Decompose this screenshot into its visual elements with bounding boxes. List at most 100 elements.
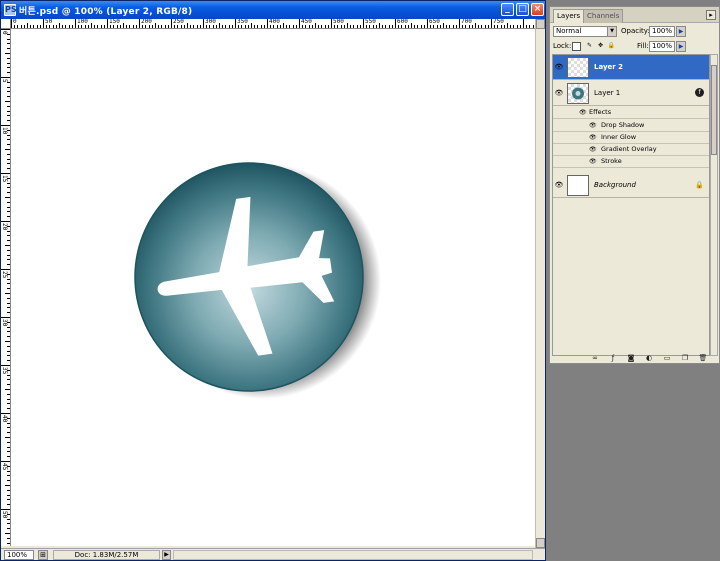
layer-row-background[interactable]: 👁 Background 🔒 <box>553 173 709 198</box>
ruler-tick <box>385 25 387 28</box>
layer-thumbnail <box>567 83 589 104</box>
ruler-tick <box>436 25 438 28</box>
ruler-tick <box>7 427 10 429</box>
ruler-tick <box>7 499 10 501</box>
effect-eye-icon[interactable]: 👁 <box>589 145 597 154</box>
ruler-tick <box>145 25 147 28</box>
ruler-tick <box>7 206 10 208</box>
effect-row-inner-glow[interactable]: 👁 Inner Glow <box>553 132 709 144</box>
ruler-tick <box>190 25 192 28</box>
document-window: PS 버튼.psd @ 100% (Layer 2, RGB/8) _ □ × … <box>0 0 546 561</box>
lock-all-icon[interactable]: 🔒 <box>607 42 616 51</box>
layer-thumbnail <box>567 175 589 196</box>
effects-header[interactable]: 👁 Effects <box>553 107 709 119</box>
ruler-tick <box>142 25 144 28</box>
ruler-tick <box>100 25 102 28</box>
ruler-label: 750 <box>493 19 504 25</box>
opacity-field[interactable]: 100% <box>649 26 675 37</box>
blend-mode-select[interactable]: Normal ▼ <box>553 26 617 37</box>
visibility-eye-icon[interactable]: 👁 <box>554 89 564 98</box>
ruler-tick <box>519 25 521 28</box>
ruler-tick <box>123 23 124 28</box>
layer-name: Background <box>594 181 636 189</box>
effect-eye-icon[interactable]: 👁 <box>589 133 597 142</box>
ruler-tick <box>139 19 140 28</box>
effect-row-gradient-overlay[interactable]: 👁 Gradient Overlay <box>553 144 709 156</box>
lock-move-icon[interactable]: ✥ <box>596 42 605 51</box>
ruler-tick <box>75 19 76 28</box>
ruler-tick <box>11 19 12 28</box>
ruler-tick <box>1 269 10 270</box>
ruler-tick <box>382 25 384 28</box>
effect-eye-icon[interactable]: 👁 <box>589 157 597 166</box>
scroll-up-arrow[interactable] <box>536 19 545 29</box>
fill-field[interactable]: 100% <box>649 41 675 52</box>
ruler-tick <box>334 25 336 28</box>
ruler-tick <box>500 25 502 28</box>
link-layers-icon[interactable]: ∞ <box>590 354 600 363</box>
new-layer-icon[interactable]: ❐ <box>680 354 690 363</box>
close-button[interactable]: × <box>531 3 544 16</box>
new-group-icon[interactable]: ▭ <box>662 354 672 363</box>
horizontal-scrollbar[interactable] <box>173 550 533 560</box>
ruler-tick <box>7 297 10 299</box>
tab-channels[interactable]: Channels <box>583 9 624 23</box>
ruler-tick <box>116 25 118 28</box>
lock-transparency-icon[interactable] <box>572 42 581 51</box>
trash-icon[interactable]: 🗑 <box>698 354 708 363</box>
visibility-eye-icon[interactable]: 👁 <box>554 63 564 72</box>
ruler-tick <box>174 25 176 28</box>
layers-scrollbar[interactable] <box>710 54 718 356</box>
ruler-tick <box>5 245 10 246</box>
ruler-tick <box>407 25 409 28</box>
ruler-tick <box>17 25 19 28</box>
effect-row-stroke[interactable]: 👁 Stroke <box>553 156 709 168</box>
add-mask-icon[interactable]: ◙ <box>626 354 636 363</box>
scroll-thumb[interactable] <box>711 65 717 155</box>
visibility-eye-icon[interactable]: 👁 <box>554 181 564 190</box>
adjustment-layer-icon[interactable]: ◐ <box>644 354 654 363</box>
ruler-tick <box>7 201 10 203</box>
ruler-tick <box>315 23 316 28</box>
ruler-tick <box>7 235 10 237</box>
opacity-slider-arrow-icon[interactable]: ▶ <box>676 26 686 37</box>
vertical-scrollbar[interactable] <box>535 19 545 548</box>
effect-eye-icon[interactable]: 👁 <box>589 121 597 130</box>
ruler-tick <box>177 25 179 28</box>
fx-icon[interactable]: f <box>695 88 704 97</box>
zoom-field[interactable]: 100% <box>4 550 34 560</box>
scroll-down-arrow[interactable] <box>536 538 545 548</box>
title-bar[interactable]: PS 버튼.psd @ 100% (Layer 2, RGB/8) _ □ × <box>1 1 545 19</box>
vertical-ruler[interactable]: 0 5 10 15 20 25 30 35 40 45 50 <box>1 29 11 546</box>
ruler-tick <box>183 25 185 28</box>
horizontal-ruler[interactable]: 0 50 100 150 200 250 300 350 400 450 500 550 600 650 7… <box>11 19 535 29</box>
status-menu-arrow-icon[interactable]: ▶ <box>162 550 171 560</box>
ruler-tick <box>1 365 10 366</box>
ruler-label: 45 <box>1 463 8 471</box>
layers-palette: Layers Channels ▸ Normal ▼ Opacity: 100%… <box>549 6 720 364</box>
tab-layers[interactable]: Layers <box>553 9 585 23</box>
ruler-tick <box>7 110 10 112</box>
ruler-origin[interactable] <box>1 19 11 29</box>
minimize-button[interactable]: _ <box>501 3 514 16</box>
ruler-tick <box>251 23 252 28</box>
navigator-icon[interactable]: ⊞ <box>38 550 48 560</box>
layer-row-layer-2[interactable]: 👁 Layer 2 <box>553 55 709 80</box>
fill-slider-arrow-icon[interactable]: ▶ <box>676 41 686 52</box>
ruler-tick <box>375 25 377 28</box>
effect-row-drop-shadow[interactable]: 👁 Drop Shadow <box>553 120 709 132</box>
palette-menu-icon[interactable]: ▸ <box>706 10 716 20</box>
add-style-icon[interactable]: ƒ <box>608 354 618 363</box>
ruler-tick <box>241 25 243 28</box>
effects-eye-icon[interactable]: 👁 <box>579 108 587 117</box>
lock-brush-icon[interactable]: ✎ <box>585 42 594 51</box>
ruler-tick <box>7 144 10 146</box>
canvas[interactable] <box>11 29 535 546</box>
fill-label: Fill: <box>637 42 649 50</box>
ruler-tick <box>7 494 10 496</box>
maximize-button[interactable]: □ <box>516 3 529 16</box>
ruler-tick <box>81 25 83 28</box>
ruler-label: 20 <box>1 223 8 231</box>
layer-row-layer-1[interactable]: 👁 Layer 1 f <box>553 81 709 106</box>
ruler-label: 550 <box>365 19 376 25</box>
